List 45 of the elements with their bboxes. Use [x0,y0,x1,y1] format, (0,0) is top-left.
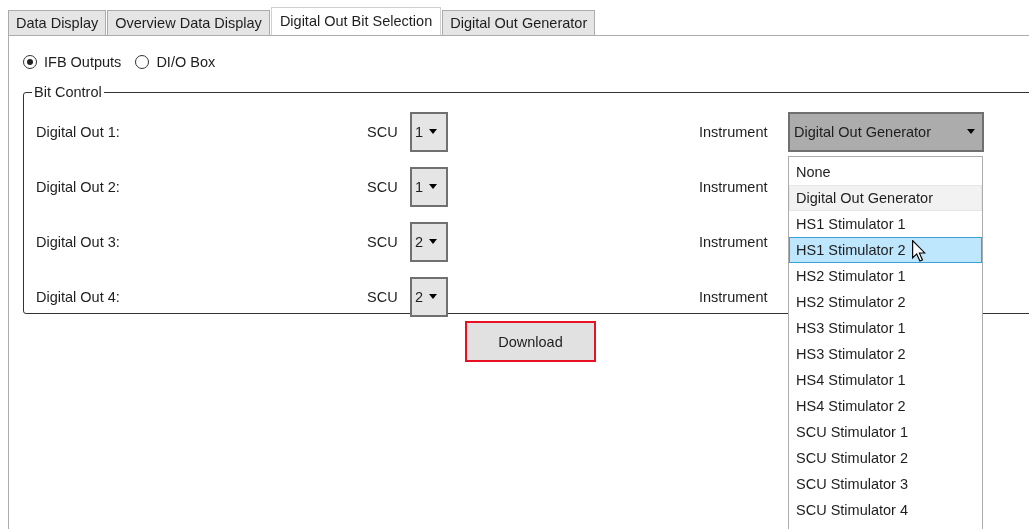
caret-icon [967,129,975,134]
field-label: Digital Out 4: [36,288,121,305]
dropdown-option[interactable]: HS4 Stimulator 1 [789,366,982,393]
dropdown-option[interactable]: HS1 Stimulator 2 [789,236,982,263]
scu-dropdown[interactable]: 2 [410,221,448,262]
dropdown-option[interactable]: Digital Out Generator [789,184,982,211]
scu-dropdown[interactable]: 1 [410,111,448,152]
caret-icon [429,239,438,244]
tab[interactable]: Digital Out Bit Selection [270,7,442,35]
field-label: Instrument [699,288,769,305]
dropdown-option[interactable]: HS3 Stimulator 1 [789,314,982,341]
field-label: Instrument [699,123,769,140]
field-label: SCU [367,123,399,140]
field-label: Digital Out 1: [36,123,121,140]
dropdown-option[interactable]: SCU Stimulator 1 [789,418,982,445]
caret-icon [429,184,438,189]
scu-dropdown[interactable]: 1 [410,166,448,207]
dropdown-option[interactable]: HS2 Stimulator 2 [789,288,982,315]
field-label: Digital Out 2: [36,178,121,195]
instrument-dropdown[interactable]: Digital Out Generator [788,111,984,152]
tab[interactable]: Overview Data Display [107,10,270,35]
dropdown-option[interactable]: SCU Stimulator 3 [789,470,982,497]
dropdown-option[interactable]: None [789,158,982,185]
caret-icon [429,129,438,134]
group-title: Bit Control [33,84,103,100]
dropdown-option[interactable]: SCU Stimulator 4 [789,496,982,523]
dropdown-option[interactable]: HS2 Stimulator 1 [789,262,982,289]
field-label: Digital Out 3: [36,233,121,250]
caret-icon [429,294,438,299]
dropdown-option[interactable]: HS3 Stimulator 2 [789,340,982,367]
scu-dropdown[interactable]: 2 [410,276,448,317]
dropdown-option[interactable]: SCU Stimulator 2 [789,444,982,471]
tab[interactable]: Data Display [8,10,107,35]
radio-label[interactable]: IFB Outputs [44,54,122,70]
field-label: Instrument [699,233,769,250]
field-label: Instrument [699,178,769,195]
dropdown-option[interactable]: HS1 Stimulator 1 [789,210,982,237]
download-button[interactable]: Download [465,321,596,362]
tab[interactable]: Digital Out Generator [442,10,596,35]
radio-label[interactable]: DI/O Box [156,54,216,70]
field-label: SCU [367,288,399,305]
mouse-pointer-icon [912,239,926,262]
dropdown-option[interactable]: HS4 Stimulator 2 [789,392,982,419]
field-label: SCU [367,178,399,195]
field-label: SCU [367,233,399,250]
